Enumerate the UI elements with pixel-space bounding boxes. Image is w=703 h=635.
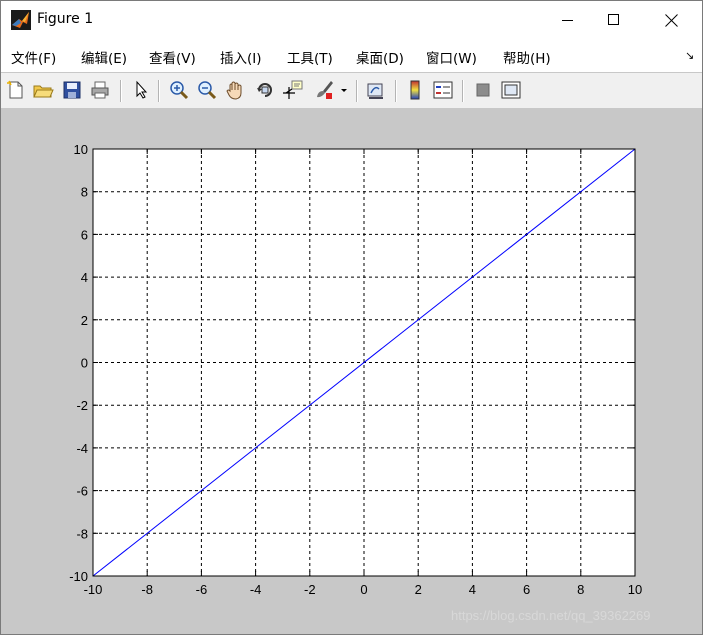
y-tick-label: 10 <box>74 142 88 157</box>
zoom-in-icon[interactable] <box>168 79 190 101</box>
maximize-icon <box>608 14 619 25</box>
hide-plot-tools-icon[interactable] <box>472 79 494 101</box>
figure-canvas: -10 -8 -6 -4 -2 0 2 4 6 8 10 -10 -8 -6 -4 -2 0 2 4 6 8 10 htt… <box>1 108 702 634</box>
toolbar-separator <box>462 80 464 102</box>
pointer-icon[interactable] <box>130 79 152 101</box>
y-tick-label: -4 <box>76 441 88 456</box>
open-file-icon[interactable] <box>32 79 54 101</box>
show-plot-tools-icon[interactable] <box>500 79 522 101</box>
x-tick-label: -8 <box>141 582 153 597</box>
toolbar-separator <box>356 80 358 102</box>
matlab-logo-icon <box>11 10 31 30</box>
menu-tools[interactable]: 工具(T) <box>287 47 333 67</box>
minimize-icon <box>562 20 573 21</box>
colorbar-icon[interactable] <box>404 79 426 101</box>
maximize-button[interactable] <box>587 1 641 39</box>
data-cursor-icon[interactable] <box>282 79 304 101</box>
y-tick-label: -2 <box>76 398 88 413</box>
menu-window[interactable]: 窗口(W) <box>426 47 477 67</box>
menu-help[interactable]: 帮助(H) <box>503 47 551 67</box>
link-plot-icon[interactable] <box>365 79 387 101</box>
watermark-text: https://blog.csdn.net/qq_39362269 <box>451 608 651 623</box>
figure-window: Figure 1 文件(F) 编辑(E) 查看(V) 插入(I) 工具(T) 桌… <box>0 0 703 635</box>
toolbar-separator <box>120 80 122 102</box>
y-tick-label: 0 <box>81 356 88 371</box>
x-tick-label: 6 <box>523 582 530 597</box>
x-tick-label: -4 <box>250 582 262 597</box>
close-icon <box>664 13 678 27</box>
x-tick-label: -6 <box>196 582 208 597</box>
figure-toolbar <box>1 72 702 109</box>
y-tick-label: -8 <box>76 526 88 541</box>
x-tick-label: 10 <box>628 582 642 597</box>
menu-view[interactable]: 查看(V) <box>149 47 196 67</box>
menu-overflow-icon[interactable]: ↘ <box>685 49 694 62</box>
pan-hand-icon[interactable] <box>224 79 246 101</box>
window-title: Figure 1 <box>37 11 94 27</box>
menu-insert[interactable]: 插入(I) <box>220 47 262 67</box>
menu-bar: 文件(F) 编辑(E) 查看(V) 插入(I) 工具(T) 桌面(D) 窗口(W… <box>1 41 702 71</box>
toolbar-separator <box>395 80 397 102</box>
zoom-out-icon[interactable] <box>196 79 218 101</box>
x-tick-label: 0 <box>360 582 367 597</box>
line-chart[interactable]: -10 -8 -6 -4 -2 0 2 4 6 8 10 -10 -8 -6 -4 -2 0 2 4 6 8 10 <box>1 108 702 634</box>
brush-dropdown-icon[interactable] <box>339 79 349 101</box>
y-tick-label: 4 <box>81 270 88 285</box>
y-tick-label: -10 <box>69 569 88 584</box>
new-figure-icon[interactable] <box>5 79 27 101</box>
menu-file[interactable]: 文件(F) <box>11 47 56 67</box>
x-tick-label: -10 <box>84 582 103 597</box>
toolbar-separator <box>158 80 160 102</box>
x-tick-label: 2 <box>415 582 422 597</box>
close-button[interactable] <box>644 1 698 39</box>
legend-icon[interactable] <box>432 79 454 101</box>
y-tick-label: 2 <box>81 313 88 328</box>
brush-icon[interactable] <box>313 79 335 101</box>
title-bar[interactable]: Figure 1 <box>1 1 702 39</box>
save-icon[interactable] <box>61 79 83 101</box>
rotate-3d-icon[interactable] <box>254 79 276 101</box>
y-tick-label: 8 <box>81 185 88 200</box>
x-tick-label: -2 <box>304 582 316 597</box>
menu-desktop[interactable]: 桌面(D) <box>356 47 404 67</box>
print-icon[interactable] <box>89 79 111 101</box>
menu-edit[interactable]: 编辑(E) <box>81 47 127 67</box>
y-tick-label: 6 <box>81 227 88 242</box>
y-tick-label: -6 <box>76 484 88 499</box>
x-tick-label: 4 <box>469 582 476 597</box>
x-tick-label: 8 <box>577 582 584 597</box>
